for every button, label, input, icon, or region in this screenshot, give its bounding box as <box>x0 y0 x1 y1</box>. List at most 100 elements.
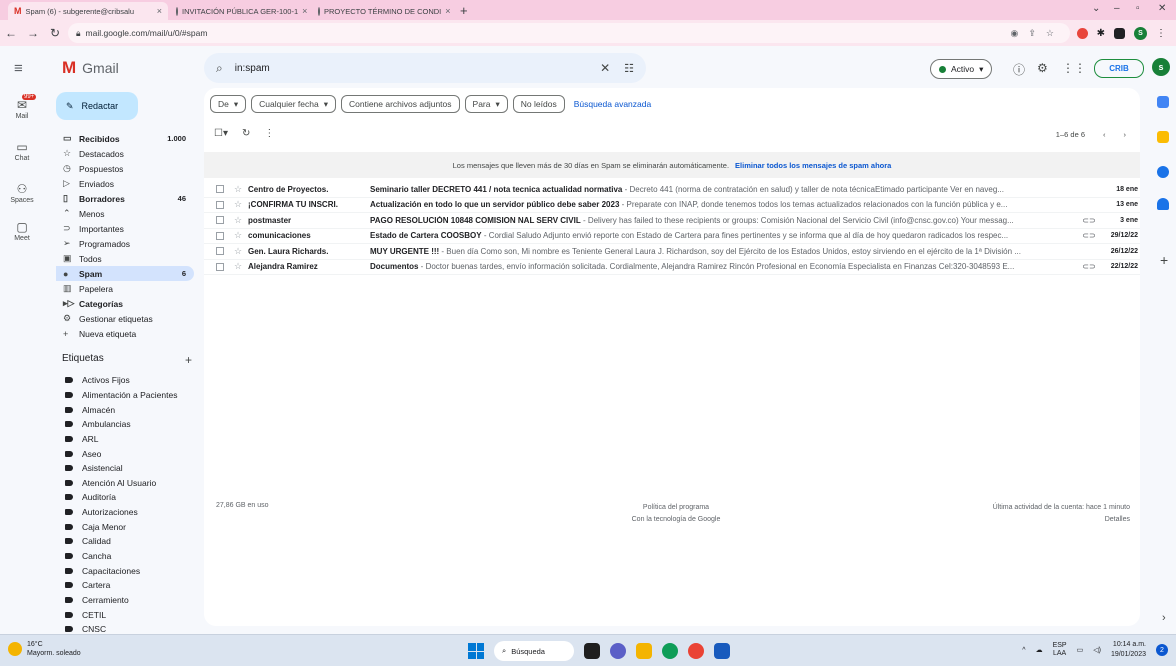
sidebar-item[interactable]: ▥ Papelera <box>56 281 194 296</box>
browser-menu-icon[interactable]: ⋮ <box>1156 28 1166 39</box>
sidebar-item[interactable]: ▸▷ Categorías <box>56 296 194 311</box>
select-all-checkbox[interactable]: ☐▾ <box>214 128 228 139</box>
sidebar-item[interactable]: ➢ Programados <box>56 236 194 251</box>
close-tab-icon[interactable]: × <box>157 6 162 16</box>
refresh-icon[interactable]: ↻ <box>242 128 250 139</box>
account-avatar[interactable]: s <box>1152 58 1170 76</box>
label-item[interactable]: Auditoría <box>56 490 194 505</box>
word-icon[interactable] <box>714 643 730 659</box>
label-item[interactable]: Autorizaciones <box>56 505 194 520</box>
sidebar-item[interactable]: ▷ Enviados <box>56 176 194 191</box>
keep-addon-icon[interactable] <box>1157 131 1169 143</box>
sidebar-item[interactable]: ▭ Recibidos 1.000 <box>56 131 194 146</box>
prev-page-icon[interactable]: ‹ <box>1103 130 1106 139</box>
browser-tab-invitacion[interactable]: INVITACIÓN PÚBLICA GER-100-1 × <box>170 2 310 20</box>
sidebar-item[interactable]: ⌃ Menos <box>56 206 194 221</box>
email-row[interactable]: ☆ ¡CONFIRMA TU INSCRI. Actualización en to… <box>204 198 1140 213</box>
volume-icon[interactable]: ◁) <box>1093 646 1101 654</box>
label-item[interactable]: Caja Menor <box>56 519 194 534</box>
more-options-icon[interactable]: ⋮ <box>264 128 274 139</box>
chip-unread[interactable]: No leídos <box>512 95 565 113</box>
label-item[interactable]: Asistencial <box>56 461 194 476</box>
language-indicator[interactable]: ESP LAA <box>1053 642 1067 658</box>
view-icon[interactable]: ◉ <box>1011 28 1019 39</box>
next-page-icon[interactable]: › <box>1124 130 1127 139</box>
taskbar-search[interactable]: ⌕ Búsqueda <box>494 641 574 661</box>
bookmark-star-icon[interactable]: ☆ <box>1046 28 1054 39</box>
add-label-icon[interactable]: + <box>185 353 192 367</box>
label-item[interactable]: Activos Fijos <box>56 373 194 388</box>
notification-badge[interactable]: 2 <box>1156 644 1168 656</box>
task-view-icon[interactable] <box>584 643 600 659</box>
chip-date[interactable]: Cualquier fecha ▾ <box>251 95 336 113</box>
sidebar-item[interactable]: ⊃ Importantes <box>56 221 194 236</box>
label-item[interactable]: Aseo <box>56 446 194 461</box>
email-row[interactable]: ☆ Gen. Laura Richards. MUY URGENTE !!! - B… <box>204 244 1140 260</box>
sidepanel-icon[interactable] <box>1114 28 1125 39</box>
label-item[interactable]: Almacén <box>56 402 194 417</box>
apps-grid-icon[interactable]: ⋮⋮ <box>1062 61 1086 75</box>
new-tab-button[interactable]: + <box>460 3 468 18</box>
row-checkbox[interactable] <box>216 200 224 209</box>
email-row[interactable]: ☆ comunicaciones Estado de Cartera COOSBOY… <box>204 229 1140 244</box>
label-item[interactable]: Atención Al Usuario <box>56 475 194 490</box>
extensions-puzzle-icon[interactable]: ✱ <box>1097 28 1105 39</box>
browser-tab-gmail[interactable]: M Spam (6) - subgerente@cribsalu × <box>8 2 168 20</box>
tray-chevron-icon[interactable]: ^ <box>1022 647 1025 654</box>
label-item[interactable]: Ambulancias <box>56 417 194 432</box>
help-icon[interactable]: ⓘ <box>1013 61 1025 78</box>
sidebar-item[interactable]: ⚙ Gestionar etiquetas <box>56 311 194 326</box>
delete-all-spam-link[interactable]: Eliminar todos los mensajes de spam ahor… <box>735 161 891 170</box>
star-icon[interactable]: ☆ <box>228 184 248 195</box>
chip-attachments[interactable]: Contiene archivos adjuntos <box>340 95 460 113</box>
close-tab-icon[interactable]: × <box>302 6 307 16</box>
sidebar-item[interactable]: + Nueva etiqueta <box>56 326 194 341</box>
label-item[interactable]: ARL <box>56 432 194 447</box>
row-checkbox[interactable] <box>216 216 224 225</box>
chrome-icon[interactable] <box>688 643 704 659</box>
close-tab-icon[interactable]: × <box>445 6 450 16</box>
star-icon[interactable]: ☆ <box>228 230 248 241</box>
tab-search-icon[interactable]: ⌄ <box>1092 3 1100 14</box>
label-item[interactable]: Alimentación a Pacientes <box>56 388 194 403</box>
search-options-icon[interactable]: ☷ <box>624 62 634 75</box>
star-icon[interactable]: ☆ <box>228 246 248 257</box>
star-icon[interactable]: ☆ <box>228 199 248 210</box>
search-bar[interactable]: ⌕ in:spam ✕ ☷ <box>204 53 646 83</box>
chip-from[interactable]: De ▾ <box>210 95 247 113</box>
label-item[interactable]: Cerramiento <box>56 593 194 608</box>
reload-icon[interactable]: ↻ <box>44 26 66 40</box>
network-icon[interactable]: ▭ <box>1077 646 1084 654</box>
restore-icon[interactable]: ▫ <box>1136 3 1140 14</box>
get-addons-icon[interactable]: + <box>1160 252 1168 268</box>
forward-icon[interactable]: → <box>22 26 44 40</box>
sidebar-item[interactable]: ▣ Todos <box>56 251 194 266</box>
compose-button[interactable]: ✎ Redactar <box>56 92 138 120</box>
status-dropdown[interactable]: Activo ▾ <box>930 59 993 79</box>
sidebar-item[interactable]: ◷ Pospuestos <box>56 161 194 176</box>
edge-browser-icon[interactable] <box>662 643 678 659</box>
organization-logo[interactable]: CRIB <box>1094 59 1144 78</box>
weather-widget[interactable]: 16°C Mayorm. soleado <box>8 640 81 658</box>
email-row[interactable]: ☆ postmaster PAGO RESOLUCIÓN 10848 COMISIO… <box>204 213 1140 229</box>
rail-meet[interactable]: ▢ Meet <box>0 220 44 242</box>
sidebar-item[interactable]: ▯ Borradores 46 <box>56 191 194 206</box>
program-policy-link[interactable]: Política del programa <box>604 502 748 514</box>
chip-to[interactable]: Para ▾ <box>464 95 508 113</box>
star-icon[interactable]: ☆ <box>228 215 248 226</box>
search-input[interactable]: in:spam <box>235 63 270 74</box>
chat-app-icon[interactable] <box>610 643 626 659</box>
browser-profile-avatar[interactable]: S <box>1134 27 1147 40</box>
share-icon[interactable]: ⇪ <box>1028 28 1036 39</box>
details-link[interactable]: Detalles <box>993 514 1130 526</box>
label-item[interactable]: Cancha <box>56 549 194 564</box>
label-item[interactable]: CETIL <box>56 607 194 622</box>
label-item[interactable]: Cartera <box>56 578 194 593</box>
sidebar-item[interactable]: ☆ Destacados <box>56 146 194 161</box>
main-menu-icon[interactable]: ≡ <box>14 60 23 77</box>
minimize-icon[interactable]: – <box>1114 3 1120 14</box>
clock[interactable]: 10:14 a.m. 19/01/2023 <box>1111 640 1146 660</box>
back-icon[interactable]: ← <box>0 26 22 40</box>
row-checkbox[interactable] <box>216 262 224 271</box>
onedrive-icon[interactable]: ☁ <box>1036 646 1043 654</box>
